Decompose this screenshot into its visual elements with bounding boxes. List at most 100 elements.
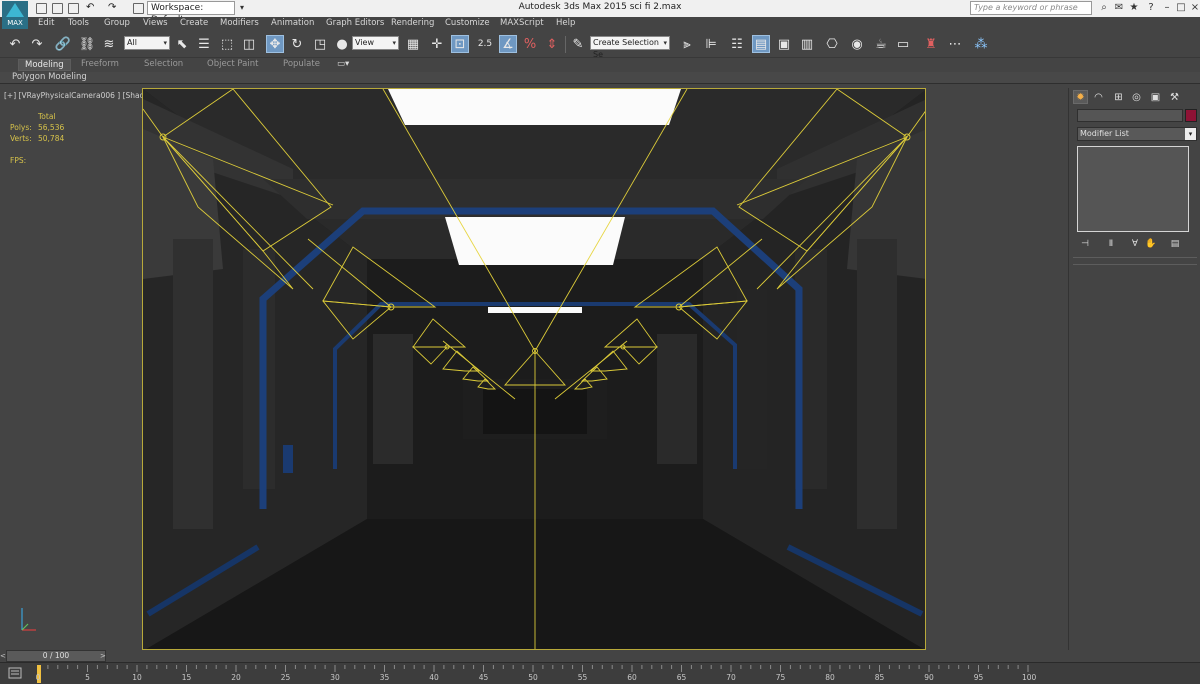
track-bar[interactable]: 0 5 10 15 20 25 30 35 40 45 50 55 60 65 70 75 80 85 90 95 10… (0, 662, 1200, 684)
tick-label: 70 (726, 673, 736, 682)
tab-object-paint[interactable]: Object Paint (207, 59, 258, 69)
rectangular-selection-icon[interactable]: ⬚ (218, 35, 236, 53)
place-icon[interactable]: ● (333, 35, 351, 53)
search-icon[interactable]: ⌕ (1099, 3, 1109, 13)
menu-maxscript[interactable]: MAXScript (500, 18, 544, 28)
modify-tab-icon[interactable]: ◠ (1091, 90, 1106, 104)
stats-verts-label: Verts: (10, 134, 32, 143)
select-object-icon[interactable]: ⬉ (173, 35, 191, 53)
mini-curve-editor-icon[interactable] (8, 666, 22, 680)
percent-snap-icon[interactable]: % (521, 35, 539, 53)
menu-modifiers[interactable]: Modifiers (220, 18, 259, 28)
tab-modeling[interactable]: Modeling (18, 59, 71, 71)
graphite-tools-icon[interactable]: ▣ (775, 35, 793, 53)
bind-space-warp-icon[interactable]: ≋ (100, 35, 118, 53)
stats-polys-value: 56,536 (38, 123, 65, 132)
utilities-tab-icon[interactable]: ⚒ (1167, 90, 1182, 104)
menu-edit[interactable]: Edit (38, 18, 54, 28)
favorites-icon[interactable]: ★ (1129, 3, 1139, 13)
chevron-down-icon: ▾ (163, 39, 167, 47)
time-next-arrow-icon[interactable]: > (100, 650, 108, 662)
stats-verts-value: 50,784 (38, 134, 65, 143)
menu-animation[interactable]: Animation (271, 18, 314, 28)
schematic-view-icon[interactable]: ⎔ (823, 35, 841, 53)
menu-create[interactable]: Create (180, 18, 208, 28)
vray-frame-buffer-icon[interactable]: ⋯ (946, 35, 964, 53)
maximize-icon[interactable]: □ (1176, 3, 1186, 13)
track-ruler[interactable]: 0 5 10 15 20 25 30 35 40 45 50 55 60 65 70 75 80 85 90 95 10… (34, 663, 1040, 684)
motion-tab-icon[interactable]: ◎ (1129, 90, 1144, 104)
unlink-icon[interactable]: ⛓ (78, 35, 96, 53)
stats-verts-row: Verts: 50,784 (10, 133, 64, 144)
select-by-name-icon[interactable]: ☰ (195, 35, 213, 53)
ribbon-options-icon[interactable]: ▭▾ (337, 59, 349, 69)
menu-help[interactable]: Help (556, 18, 575, 28)
menu-group[interactable]: Group (104, 18, 130, 28)
minimize-icon[interactable]: – (1162, 3, 1172, 13)
camera-viewport[interactable]: [+] [VRayPhysicalCamera006 ] [Shaded ] T… (0, 88, 1068, 650)
modifier-stack[interactable] (1077, 146, 1189, 232)
communication-center-icon[interactable]: ✉ (1114, 3, 1124, 13)
window-crossing-icon[interactable]: ◫ (240, 35, 258, 53)
scene-explorer-icon[interactable]: ▤ (752, 35, 770, 53)
viewport-label[interactable]: [+] [VRayPhysicalCamera006 ] [Shaded ] (4, 91, 159, 100)
spinner-snap-icon[interactable]: ⇕ (543, 35, 561, 53)
tab-freeform[interactable]: Freeform (81, 59, 119, 69)
selection-filter-select[interactable]: All ▾ (124, 36, 170, 50)
menu-graph-editors[interactable]: Graph Editors (326, 18, 384, 28)
keyboard-shortcut-override-icon[interactable]: ⊡ (451, 35, 469, 53)
modifier-list-select[interactable]: Modifier List ▾ (1077, 127, 1197, 141)
display-tab-icon[interactable]: ▣ (1148, 90, 1163, 104)
manipulate-icon[interactable]: ✛ (428, 35, 446, 53)
close-icon[interactable]: × (1190, 3, 1200, 13)
align-icon[interactable]: ⊫ (702, 35, 720, 53)
tick-label: 5 (85, 673, 90, 682)
sci-fi-corridor-scene (143, 89, 925, 649)
tab-selection[interactable]: Selection (144, 59, 183, 69)
link-icon[interactable]: 🔗 (54, 35, 72, 53)
angle-snap-icon[interactable]: ∡ (499, 35, 517, 53)
camera-render-area[interactable] (142, 88, 926, 650)
mirror-icon[interactable]: ⫸ (678, 35, 696, 53)
remove-modifier-icon[interactable]: ✋ (1145, 238, 1157, 250)
selection-filter-value: All (127, 38, 137, 47)
create-tab-sun-icon[interactable]: ✹ (1073, 90, 1088, 104)
material-editor-icon[interactable]: ◉ (848, 35, 866, 53)
menu-customize[interactable]: Customize (445, 18, 490, 28)
make-unique-icon[interactable]: ∀ (1129, 238, 1141, 250)
menu-tools[interactable]: Tools (68, 18, 89, 28)
object-name-input[interactable] (1077, 109, 1183, 122)
search-input[interactable]: Type a keyword or phrase (970, 1, 1092, 15)
render-production-icon[interactable]: ♜ (922, 35, 940, 53)
reference-coordinate-select[interactable]: View ▾ (352, 36, 399, 50)
time-slider-thumb[interactable]: 0 / 100 (6, 650, 106, 662)
select-and-rotate-icon[interactable]: ↻ (288, 35, 306, 53)
tab-populate[interactable]: Populate (283, 59, 320, 69)
pin-stack-icon[interactable]: ⊣ (1079, 238, 1091, 250)
menu-views[interactable]: Views (143, 18, 168, 28)
rendered-frame-window-icon[interactable]: ▭ (894, 35, 912, 53)
object-color-swatch[interactable] (1185, 109, 1197, 122)
named-selection-sets-select[interactable]: Create Selection Se ▾ (590, 36, 670, 59)
configure-modifier-sets-icon[interactable]: ▤ (1169, 238, 1181, 250)
pivot-center-icon[interactable]: ▦ (404, 35, 422, 53)
select-and-move-icon[interactable]: ✥ (266, 35, 284, 53)
edit-named-selection-icon[interactable]: ✎ (569, 35, 587, 53)
snaps-toggle-icon[interactable]: 2.5 (476, 35, 494, 53)
chevron-down-icon: ▾ (392, 39, 396, 47)
vray-toolbar-icon[interactable]: ⁂ (972, 35, 990, 53)
layer-manager-icon[interactable]: ☷ (728, 35, 746, 53)
undo-button[interactable]: ↶ (6, 35, 24, 53)
curve-editor-icon[interactable]: ▥ (798, 35, 816, 53)
ribbon-panel-label[interactable]: Polygon Modeling (12, 72, 87, 82)
time-slider[interactable]: < 0 / 100 > (0, 650, 1200, 662)
app-logo-button[interactable]: MAX (2, 1, 28, 29)
show-end-result-icon[interactable]: Ⅱ (1105, 238, 1117, 250)
render-setup-icon[interactable]: ☕ (872, 35, 890, 53)
redo-button[interactable]: ↷ (28, 35, 46, 53)
ribbon-tab-bar: Modeling Freeform Selection Object Paint… (0, 58, 1200, 72)
help-icon[interactable]: ? (1146, 3, 1156, 13)
menu-rendering[interactable]: Rendering (391, 18, 434, 28)
hierarchy-tab-icon[interactable]: ⊞ (1111, 90, 1126, 104)
select-and-scale-icon[interactable]: ◳ (311, 35, 329, 53)
